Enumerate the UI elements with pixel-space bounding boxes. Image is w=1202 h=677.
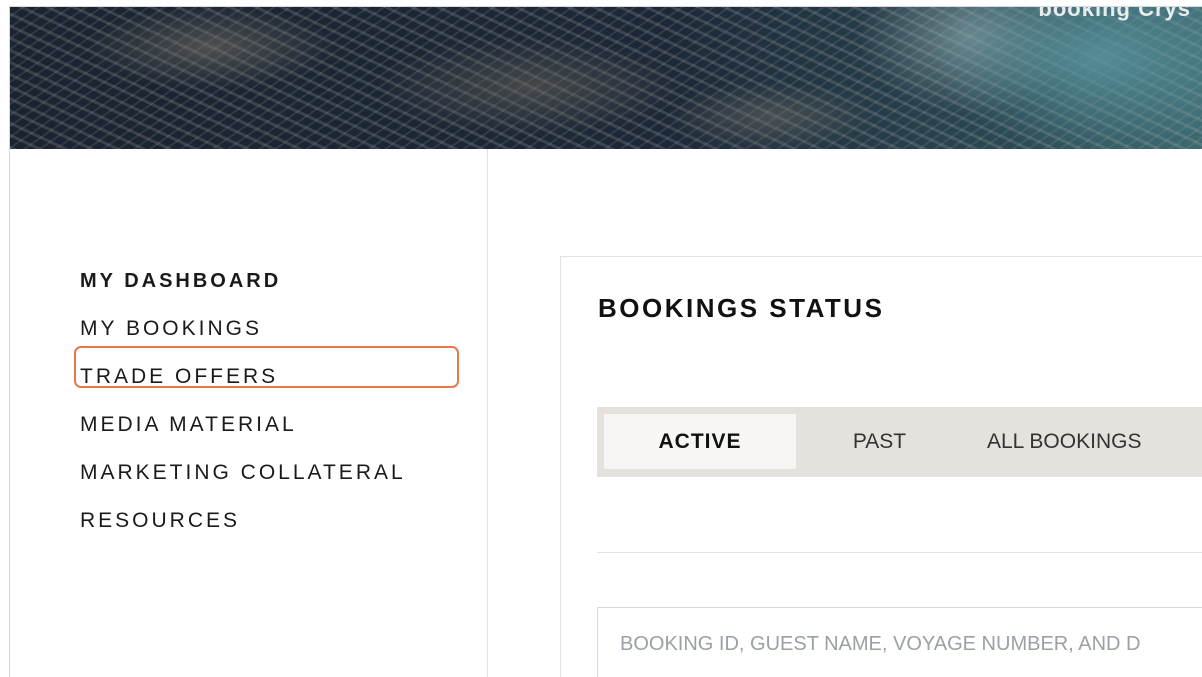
sidebar-item-trade-offers[interactable]: TRADE OFFERS (80, 353, 406, 401)
sidebar-item-resources[interactable]: RESOURCES (80, 497, 406, 545)
booking-tabs: ACTIVE PAST ALL BOOKINGS (597, 407, 1202, 477)
tab-all-bookings[interactable]: ALL BOOKINGS (987, 414, 1202, 469)
bookings-status-card: BOOKINGS STATUS ACTIVE PAST ALL BOOKINGS… (560, 256, 1202, 677)
tab-active[interactable]: ACTIVE (604, 414, 796, 469)
sidebar-item-marketing-collateral[interactable]: MARKETING COLLATERAL (80, 449, 406, 497)
sidebar-nav: MY DASHBOARD MY BOOKINGS TRADE OFFERS ME… (80, 257, 406, 545)
tab-past[interactable]: PAST (807, 414, 952, 469)
page-title: BOOKINGS STATUS (598, 293, 885, 323)
divider (597, 552, 1202, 553)
sidebar: MY DASHBOARD MY BOOKINGS TRADE OFFERS ME… (10, 149, 488, 677)
sidebar-item-media-material[interactable]: MEDIA MATERIAL (80, 401, 406, 449)
hero-caption: booking Crys (1038, 6, 1191, 21)
booking-search-input[interactable]: BOOKING ID, GUEST NAME, VOYAGE NUMBER, A… (597, 607, 1202, 677)
hero-banner-image: booking Crys (10, 7, 1202, 149)
sidebar-item-my-bookings[interactable]: MY BOOKINGS (80, 305, 406, 353)
page-frame: booking Crys MY DASHBOARD MY BOOKINGS TR… (9, 6, 1202, 677)
sidebar-item-my-dashboard[interactable]: MY DASHBOARD (80, 257, 406, 305)
